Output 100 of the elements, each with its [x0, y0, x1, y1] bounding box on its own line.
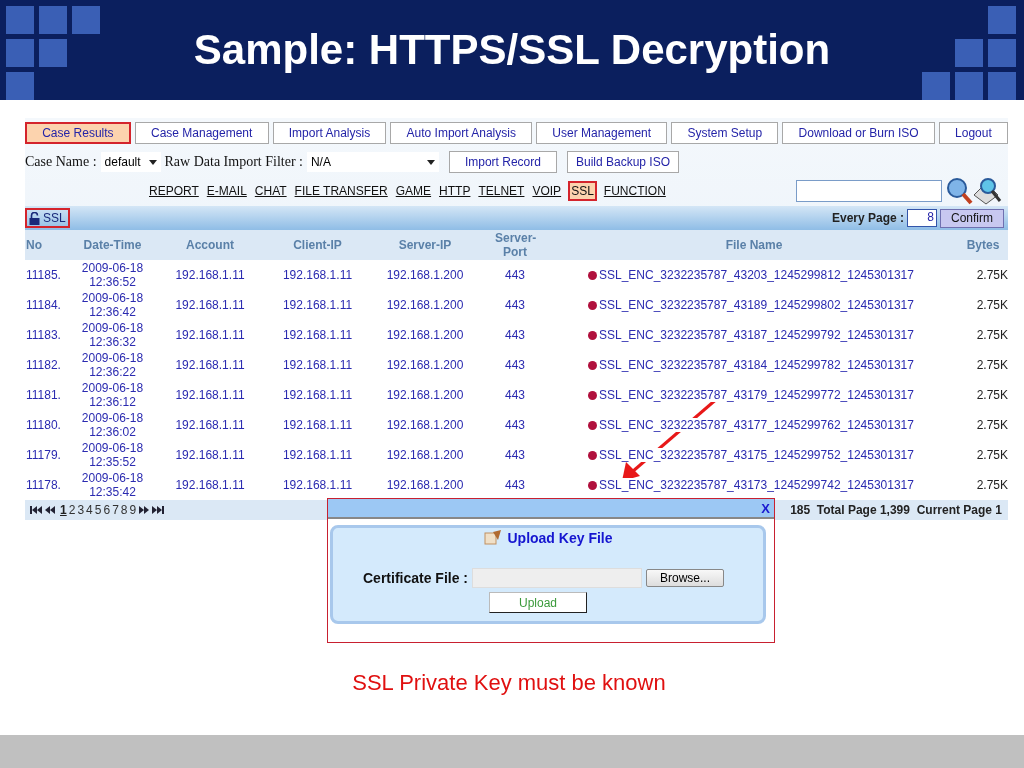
bullet-icon [588, 270, 597, 280]
menu-button[interactable]: Logout [938, 122, 1008, 144]
table-cell: 192.168.1.11 [282, 388, 353, 402]
table-cell: 11178. [25, 478, 61, 492]
action-button[interactable]: Import Record [448, 151, 557, 173]
category-link[interactable]: VOIP [531, 183, 563, 199]
table-cell: 192.168.1.11 [282, 448, 353, 462]
table-cell: 11184. [25, 298, 61, 312]
bullet-icon [588, 450, 597, 460]
menu-button[interactable]: Case Results [25, 122, 131, 144]
table-cell[interactable]: SSL_ENC_3232235787_43187_1245299792_1245301317 [599, 328, 914, 342]
table-cell: 192.168.1.200 [386, 478, 464, 492]
every-page-label: Every Page : [831, 211, 904, 225]
table-cell: 2.75K [976, 268, 1008, 282]
menu-button[interactable]: Auto Import Analysis [390, 122, 533, 144]
table-cell-text: 2009-06-18 12:36:22 [80, 351, 145, 379]
page-link[interactable]: 1 [60, 503, 67, 517]
section-tab[interactable]: SSL [25, 208, 70, 228]
table-cell[interactable]: SSL_ENC_3232235787_43179_1245299772_1245301317 [599, 388, 914, 402]
category-link[interactable]: SSL [568, 181, 597, 201]
table-cell: 2.75K [976, 418, 1008, 432]
table-cell[interactable]: SSL_ENC_3232235787_43184_1245299782_1245301317 [599, 358, 914, 372]
table-cell[interactable]: SSL_ENC_3232235787_43175_1245299752_1245301317 [599, 448, 914, 462]
table-cell[interactable]: SSL_ENC_3232235787_43203_1245299812_1245301317 [599, 268, 914, 282]
category-link[interactable]: REPORT [148, 183, 200, 199]
bullet-icon [588, 420, 597, 430]
table-cell-text: 2009-06-18 12:36:32 [80, 321, 145, 349]
page-link[interactable]: 9 [129, 503, 137, 517]
close-button[interactable]: X [761, 500, 770, 516]
table-cell: 192.168.1.11 [282, 478, 353, 492]
menu-button[interactable]: User Management [536, 122, 668, 144]
category-link[interactable]: FUNCTION [602, 183, 667, 199]
table-cell-text: 2009-06-18 12:36:02 [80, 411, 145, 439]
table-cell: 192.168.1.11 [282, 268, 353, 282]
table-cell: 192.168.1.200 [386, 358, 464, 372]
table-cell: 2.75K [976, 478, 1008, 492]
table-cell[interactable]: SSL_ENC_3232235787_43173_1245299742_1245301317 [599, 478, 914, 492]
table-cell: 11180. [25, 418, 61, 432]
table-cell-text: 443 [504, 298, 526, 312]
category-link[interactable]: E-MAIL [205, 183, 248, 199]
table-cell[interactable]: SSL_ENC_3232235787_43189_1245299802_1245301317 [599, 298, 914, 312]
table-cell: 192.168.1.11 [282, 328, 353, 342]
filter-select[interactable]: N/A [306, 152, 439, 172]
table-cell-text: 2009-06-18 12:35:52 [80, 441, 145, 469]
table-cell: 192.168.1.11 [175, 478, 245, 492]
page-link[interactable]: 7 [112, 503, 119, 517]
column-header: File Name [725, 238, 783, 252]
column-header: Server-IP [398, 238, 452, 252]
table-cell: 11181. [25, 388, 61, 402]
page-link[interactable]: 3 [77, 503, 85, 517]
browse-button[interactable]: Browse... [646, 569, 725, 587]
slide-caption: SSL Private Key must be known [351, 670, 667, 696]
table-cell: 11182. [25, 358, 61, 372]
table-cell: 192.168.1.11 [282, 418, 353, 432]
table-cell: 192.168.1.11 [175, 388, 245, 402]
category-link[interactable]: CHAT [253, 183, 288, 199]
table-cell-text: 443 [504, 358, 526, 372]
menu-button[interactable]: System Setup [671, 122, 779, 144]
first-prev-icon[interactable] [30, 505, 58, 515]
every-page-field[interactable]: 8 [907, 209, 937, 227]
column-header: Bytes [966, 238, 1000, 252]
scroll-icon [483, 530, 504, 546]
table-cell: 192.168.1.200 [386, 388, 464, 402]
page-link[interactable]: 8 [120, 503, 128, 517]
action-button[interactable]: Build Backup ISO [566, 151, 679, 173]
table-cell: 2.75K [976, 358, 1008, 372]
certificate-file-label: Certificate File : [363, 570, 469, 586]
table-cell: 192.168.1.200 [386, 298, 464, 312]
category-link[interactable]: GAME [394, 183, 433, 199]
page-link[interactable]: 6 [103, 503, 111, 517]
search-field[interactable] [796, 180, 942, 202]
column-header: No [25, 238, 42, 252]
category-link[interactable]: HTTP [438, 183, 472, 199]
page-link[interactable]: 2 [68, 503, 76, 517]
page-summary: 185 Total Page 1,399 Current Page 1 [790, 503, 1003, 517]
table-cell[interactable]: SSL_ENC_3232235787_43177_1245299762_1245301317 [599, 418, 914, 432]
table-cell-text: 2009-06-18 12:35:42 [80, 471, 145, 499]
page-link[interactable]: 4 [86, 503, 93, 517]
table-cell: 192.168.1.11 [175, 328, 245, 342]
table-cell: 192.168.1.11 [175, 418, 245, 432]
file-path-field[interactable] [472, 568, 643, 588]
menu-button[interactable]: Import Analysis [272, 122, 387, 144]
table-cell-text: 2009-06-18 12:36:52 [80, 261, 145, 289]
table-cell-text: 2009-06-18 12:36:12 [80, 381, 145, 409]
table-cell: 192.168.1.200 [386, 418, 464, 432]
case-name-select[interactable]: default [100, 152, 161, 172]
upload-button[interactable]: Upload [489, 592, 587, 613]
table-cell: 192.168.1.200 [386, 268, 464, 282]
menu-button[interactable]: Case Management [134, 122, 269, 144]
dialog-title: Upload Key File [507, 530, 613, 546]
table-cell: 192.168.1.11 [175, 298, 245, 312]
category-link[interactable]: TELNET [477, 183, 526, 199]
table-cell-text: 443 [504, 328, 526, 342]
slide-title: Sample: HTTPS/SSL Decryption [193, 26, 831, 74]
menu-button[interactable]: Download or Burn ISO [782, 122, 935, 144]
next-last-icon[interactable] [138, 505, 167, 515]
search-icon[interactable] [946, 177, 1002, 205]
page-link[interactable]: 5 [94, 503, 102, 517]
category-link[interactable]: FILE TRANSFER [293, 183, 389, 199]
confirm-button[interactable]: Confirm [940, 208, 1004, 228]
